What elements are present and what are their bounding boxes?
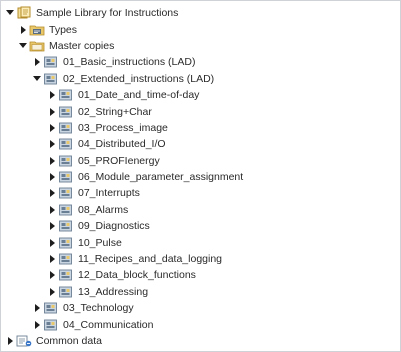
expand-arrow-icon[interactable] <box>47 123 56 132</box>
expand-arrow-icon[interactable] <box>47 189 56 198</box>
library-icon <box>16 6 32 20</box>
expand-arrow-icon[interactable] <box>47 238 56 247</box>
tree-item-label: 12_Data_block_functions <box>78 269 196 282</box>
expand-arrow-icon[interactable] <box>47 255 56 264</box>
expand-arrow-icon[interactable] <box>47 173 56 182</box>
tree-item-extended-child[interactable]: 04_Distributed_I/O <box>1 136 400 152</box>
collapse-arrow-icon[interactable] <box>5 9 14 18</box>
tree-item-label: 09_Diagnostics <box>78 220 150 233</box>
expand-arrow-icon[interactable] <box>47 156 56 165</box>
tree-item-label: 03_Process_image <box>78 121 168 134</box>
group-folder-icon <box>58 105 74 119</box>
tree-item-extended-child[interactable]: 09_Diagnostics <box>1 218 400 234</box>
tree-item-label: 08_Alarms <box>78 203 129 216</box>
tree-item-label: Sample Library for Instructions <box>36 7 179 20</box>
group-folder-icon <box>58 236 74 250</box>
tree-item-label: 03_Technology <box>63 302 134 315</box>
expand-arrow-icon[interactable] <box>32 304 41 313</box>
tree-item-extended-child[interactable]: 12_Data_block_functions <box>1 267 400 283</box>
tree-item-label: 11_Recipes_and_data_logging <box>78 253 223 266</box>
expand-arrow-icon[interactable] <box>18 25 27 34</box>
expand-arrow-icon[interactable] <box>47 140 56 149</box>
expand-arrow-icon[interactable] <box>47 287 56 296</box>
group-folder-icon <box>58 285 74 299</box>
expand-arrow-icon[interactable] <box>47 107 56 116</box>
group-folder-icon <box>58 219 74 233</box>
collapse-arrow-icon[interactable] <box>32 74 41 83</box>
expand-arrow-icon[interactable] <box>47 271 56 280</box>
tree-item-types[interactable]: Types <box>1 21 400 37</box>
tree-item-extended-child[interactable]: 06_Module_parameter_assignment <box>1 169 400 185</box>
tree-item-label: 01_Basic_instructions (LAD) <box>63 56 196 69</box>
tree-item-master-copies[interactable]: Master copies <box>1 38 400 54</box>
tree-item-common-data[interactable]: Common data <box>1 333 400 349</box>
group-folder-icon <box>58 137 74 151</box>
tree-item-extended-child[interactable]: 05_PROFIenergy <box>1 153 400 169</box>
tree-item-extended-child[interactable]: 11_Recipes_and_data_logging <box>1 251 400 267</box>
tree-item-label: 07_Interrupts <box>78 187 140 200</box>
common-data-icon <box>16 334 32 348</box>
group-folder-icon <box>58 121 74 135</box>
group-folder-icon <box>58 186 74 200</box>
tree-item-label: 10_Pulse <box>78 236 122 249</box>
tree-item-extended-instructions[interactable]: 02_Extended_instructions (LAD) <box>1 71 400 87</box>
expand-arrow-icon[interactable] <box>32 58 41 67</box>
tree-item-label: Types <box>49 23 78 36</box>
group-folder-icon <box>43 318 59 332</box>
tree-item-extended-child[interactable]: 01_Date_and_time-of-day <box>1 87 400 103</box>
group-folder-icon <box>58 154 74 168</box>
group-folder-icon <box>58 268 74 282</box>
tree-item-extended-child[interactable]: 08_Alarms <box>1 202 400 218</box>
tree-item-basic-instructions[interactable]: 01_Basic_instructions (LAD) <box>1 54 400 70</box>
tree-item-extended-child[interactable]: 13_Addressing <box>1 284 400 300</box>
group-folder-icon <box>43 55 59 69</box>
tree-item-label: 05_PROFIenergy <box>78 154 160 167</box>
tree-item-sample-library[interactable]: Sample Library for Instructions <box>1 5 400 21</box>
tree-item-label: 02_String+Char <box>78 105 152 118</box>
tree-item-extended-child[interactable]: 03_Process_image <box>1 120 400 136</box>
group-folder-icon <box>58 203 74 217</box>
group-folder-icon <box>43 72 59 86</box>
group-folder-icon <box>43 301 59 315</box>
tree-item-extended-child[interactable]: 10_Pulse <box>1 234 400 250</box>
master-copies-folder-icon <box>29 39 45 53</box>
project-tree: Sample Library for Instructions Types Ma… <box>1 5 400 349</box>
tree-item-label: 04_Communication <box>63 318 154 331</box>
tree-item-technology[interactable]: 03_Technology <box>1 300 400 316</box>
expand-arrow-icon[interactable] <box>32 320 41 329</box>
group-folder-icon <box>58 88 74 102</box>
group-folder-icon <box>58 252 74 266</box>
expand-arrow-icon[interactable] <box>47 205 56 214</box>
tree-item-label: 06_Module_parameter_assignment <box>78 171 244 184</box>
tree-item-label: 04_Distributed_I/O <box>78 138 166 151</box>
tree-item-label: Master copies <box>49 39 115 52</box>
tree-item-label: Common data <box>36 335 102 347</box>
collapse-arrow-icon[interactable] <box>18 41 27 50</box>
expand-arrow-icon[interactable] <box>47 222 56 231</box>
tree-item-communication[interactable]: 04_Communication <box>1 316 400 332</box>
expand-arrow-icon[interactable] <box>47 91 56 100</box>
tree-item-extended-child[interactable]: 07_Interrupts <box>1 185 400 201</box>
tree-item-label: 13_Addressing <box>78 285 149 298</box>
tree-item-extended-child[interactable]: 02_String+Char <box>1 103 400 119</box>
tree-item-label: 01_Date_and_time-of-day <box>78 89 200 102</box>
library-tree-panel: Sample Library for Instructions Types Ma… <box>0 0 401 352</box>
expand-arrow-icon[interactable] <box>5 337 14 346</box>
types-folder-icon <box>29 23 45 37</box>
tree-item-label: 02_Extended_instructions (LAD) <box>63 72 215 85</box>
group-folder-icon <box>58 170 74 184</box>
